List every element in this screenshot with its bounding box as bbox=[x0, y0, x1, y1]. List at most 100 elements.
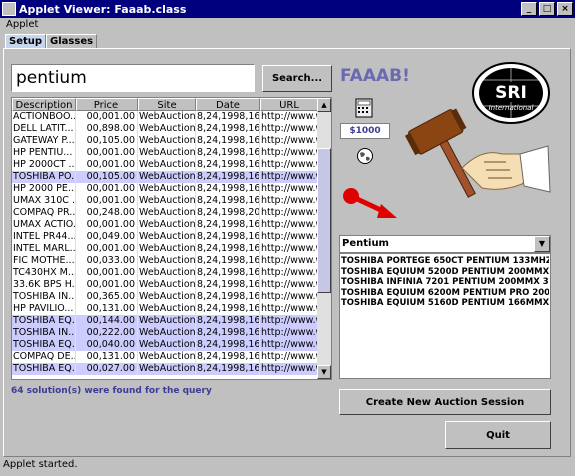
table-cell-price: 00,105.00 bbox=[76, 135, 138, 147]
scroll-up-icon[interactable]: ▲ bbox=[317, 98, 331, 112]
list-item[interactable]: TOSHIBA INFINIA 7201 PENTIUM 200MMX 32MB… bbox=[341, 277, 549, 288]
table-cell-desc: HP PAVILIO... bbox=[12, 303, 76, 315]
table-cell-url: http://www.w... bbox=[261, 159, 317, 170]
table-cell-url: http://www.w... bbox=[261, 171, 317, 182]
table-row[interactable]: TOSHIBA EQ... 00,040.00 WebAuction 8,24,199… bbox=[12, 339, 317, 351]
table-cell-site: WebAuction bbox=[139, 243, 196, 255]
table-row[interactable]: HP PENTIU... 00,001.00 WebAuction 8,24,1998… bbox=[12, 147, 317, 159]
table-cell-desc: UMAX ACTIO... bbox=[13, 219, 76, 231]
table-cell-price: 00,001.00 bbox=[76, 147, 138, 159]
table-cell-url: http://www.w... bbox=[261, 255, 317, 266]
table-cell-desc: GATEWAY P... bbox=[13, 135, 76, 147]
table-cell-price: 00,105.00 bbox=[76, 171, 138, 183]
table-row[interactable]: TOSHIBA PO... 00,105.00 WebAuction 8,24,199… bbox=[12, 171, 317, 183]
list-item[interactable]: TOSHIBA EQUIUM 5160D PENTIUM 166MMX 2.1G… bbox=[341, 298, 549, 309]
table-cell-site: WebAuction bbox=[139, 303, 196, 315]
scroll-down-icon[interactable]: ▼ bbox=[317, 365, 331, 379]
table-cell-desc: COMPAQ PR... bbox=[13, 207, 76, 219]
table-cell-site: WebAuction bbox=[139, 315, 196, 327]
table-cell-price: 00,001.00 bbox=[76, 159, 138, 171]
table-cell-desc: 33.6K BPS H... bbox=[13, 279, 76, 291]
table-cell-desc: TC430HX M... bbox=[13, 267, 76, 279]
table-row[interactable]: DELL LATIT... 00,898.00 WebAuction 8,24,199… bbox=[12, 123, 317, 135]
table-cell-site: WebAuction bbox=[139, 219, 196, 231]
chevron-down-icon[interactable]: ▼ bbox=[534, 236, 550, 252]
table-cell-date: 8,24,1998,16,0 bbox=[197, 351, 260, 363]
table-cell-desc: DELL LATIT... bbox=[12, 123, 76, 135]
menu-applet[interactable]: Applet bbox=[0, 19, 44, 30]
col-site[interactable]: Site bbox=[138, 98, 196, 111]
table-row[interactable]: UMAX ACTIO... 00,001.00 WebAuction 8,24,199… bbox=[12, 219, 317, 231]
list-item[interactable]: TOSHIBA EQUIUM 6200M PENTIUM PRO 200MHZ … bbox=[341, 288, 549, 299]
table-cell-date: 8,24,1998,16,0 bbox=[197, 111, 260, 123]
table-cell-price: 00,222.00 bbox=[76, 327, 138, 339]
table-cell-site: WebAuction bbox=[139, 267, 196, 279]
search-input[interactable] bbox=[11, 64, 255, 92]
table-row[interactable]: TOSHIBA EQ... 00,144.00 WebAuction 8,24,199… bbox=[12, 315, 317, 327]
table-cell-site: WebAuction bbox=[139, 183, 196, 195]
col-price[interactable]: Price bbox=[76, 98, 138, 111]
table-row[interactable]: GATEWAY P... 00,105.00 WebAuction 8,24,1998… bbox=[12, 135, 317, 147]
table-cell-site: WebAuction bbox=[139, 231, 196, 243]
scroll-thumb[interactable] bbox=[317, 148, 331, 293]
table-cell-url: http://www.w... bbox=[261, 363, 317, 374]
table-cell-price: 00,144.00 bbox=[76, 315, 138, 327]
table-row[interactable]: TOSHIBA EQ... 00,027.00 WebAuction 8,24,199… bbox=[12, 363, 317, 375]
col-description[interactable]: Description bbox=[12, 98, 76, 111]
tab-setup[interactable]: Setup bbox=[5, 34, 47, 48]
table-cell-desc: TOSHIBA PO... bbox=[13, 171, 76, 183]
table-row[interactable]: HP 2000CT ... 00,001.00 WebAuction 8,24,199… bbox=[12, 159, 317, 171]
red-arrow-icon bbox=[343, 188, 397, 218]
col-url[interactable]: URL bbox=[260, 98, 317, 111]
close-icon[interactable]: × bbox=[557, 2, 573, 16]
table-cell-desc: ACTIONBOO... bbox=[13, 111, 76, 123]
create-auction-button[interactable]: Create New Auction Session bbox=[339, 389, 551, 415]
table-row[interactable]: TOSHIBA IN... 00,222.00 WebAuction 8,24,199… bbox=[12, 327, 317, 339]
globe-icon[interactable] bbox=[356, 147, 374, 165]
table-row[interactable]: COMPAQ PR... 00,248.00 WebAuction 8,24,1998… bbox=[12, 207, 317, 219]
table-row[interactable]: INTEL PR44... 00,049.00 WebAuction 8,24,199… bbox=[12, 231, 317, 243]
table-cell-site: WebAuction bbox=[139, 351, 196, 363]
table-row[interactable]: HP 2000 PE... 00,001.00 WebAuction 8,24,199… bbox=[12, 183, 317, 195]
table-row[interactable]: HP PAVILIO... 00,131.00 WebAuction 8,24,199… bbox=[12, 303, 317, 315]
table-cell-url: http://www.w... bbox=[261, 231, 317, 242]
table-row[interactable]: ACTIONBOO... 00,001.00 WebAuction 8,24,1998… bbox=[12, 111, 317, 123]
table-cell-url: http://www.w... bbox=[261, 195, 317, 206]
item-list[interactable]: TOSHIBA PORTEGE 650CT PENTIUM 133MHZ 1.2… bbox=[339, 253, 551, 379]
money-field[interactable]: $1000 bbox=[340, 123, 390, 139]
table-row[interactable]: FIC MOTHE... 00,033.00 WebAuction 8,24,1998… bbox=[12, 255, 317, 267]
table-cell-date: 8,24,1998,16,0 bbox=[197, 159, 260, 171]
search-button[interactable]: Search... bbox=[262, 65, 332, 92]
table-row[interactable]: 33.6K BPS H... 00,001.00 WebAuction 8,24,19… bbox=[12, 279, 317, 291]
list-item[interactable]: TOSHIBA PORTEGE 650CT PENTIUM 133MHZ 1.2… bbox=[341, 256, 549, 267]
table-cell-date: 8,24,1998,16,0 bbox=[197, 231, 260, 243]
maximize-icon[interactable]: □ bbox=[539, 2, 555, 16]
table-cell-desc: INTEL PR44... bbox=[13, 231, 76, 243]
table-row[interactable]: COMPAQ DE... 00,131.00 WebAuction 8,24,1998… bbox=[12, 351, 317, 363]
table-cell-price: 00,248.00 bbox=[76, 207, 138, 219]
minimize-icon[interactable]: _ bbox=[521, 2, 537, 16]
table-cell-price: 00,001.00 bbox=[76, 111, 138, 123]
list-item[interactable]: TOSHIBA EQUIUM 5200D PENTIUM 200MMX 2.5G… bbox=[341, 267, 549, 278]
table-cell-url: http://www.w... bbox=[261, 111, 317, 122]
table-row[interactable]: INTEL MARL... 00,001.00 WebAuction 8,24,199… bbox=[12, 243, 317, 255]
table-row[interactable]: TOSHIBA IN... 00,365.00 WebAuction 8,24,199… bbox=[12, 291, 317, 303]
table-cell-desc: HP 2000CT ... bbox=[13, 159, 76, 171]
table-row[interactable]: TC430HX M... 00,001.00 WebAuction 8,24,1998… bbox=[12, 267, 317, 279]
table-cell-date: 8,24,1998,16,0 bbox=[197, 195, 260, 207]
calculator-icon[interactable] bbox=[353, 98, 375, 118]
col-date[interactable]: Date bbox=[196, 98, 260, 111]
table-cell-url: http://www.w... bbox=[261, 123, 317, 134]
table-row[interactable]: UMAX 310C ... 00,001.00 WebAuction 8,24,199… bbox=[12, 195, 317, 207]
table-cell-desc: TOSHIBA EQ... bbox=[13, 339, 76, 351]
table-cell-desc: HP 2000 PE... bbox=[13, 183, 76, 195]
table-scrollbar[interactable]: ▲ ▼ bbox=[317, 98, 331, 379]
table-cell-desc: TOSHIBA IN... bbox=[13, 327, 76, 339]
category-dropdown[interactable]: Pentium ▼ bbox=[339, 235, 551, 253]
tab-glasses[interactable]: Glasses bbox=[46, 34, 98, 48]
table-cell-price: 00,040.00 bbox=[76, 339, 138, 351]
table-cell-url: http://www.w... bbox=[261, 183, 317, 194]
table-cell-site: WebAuction bbox=[139, 327, 196, 339]
table-cell-desc: TOSHIBA IN... bbox=[13, 291, 76, 303]
quit-button[interactable]: Quit bbox=[445, 421, 551, 449]
